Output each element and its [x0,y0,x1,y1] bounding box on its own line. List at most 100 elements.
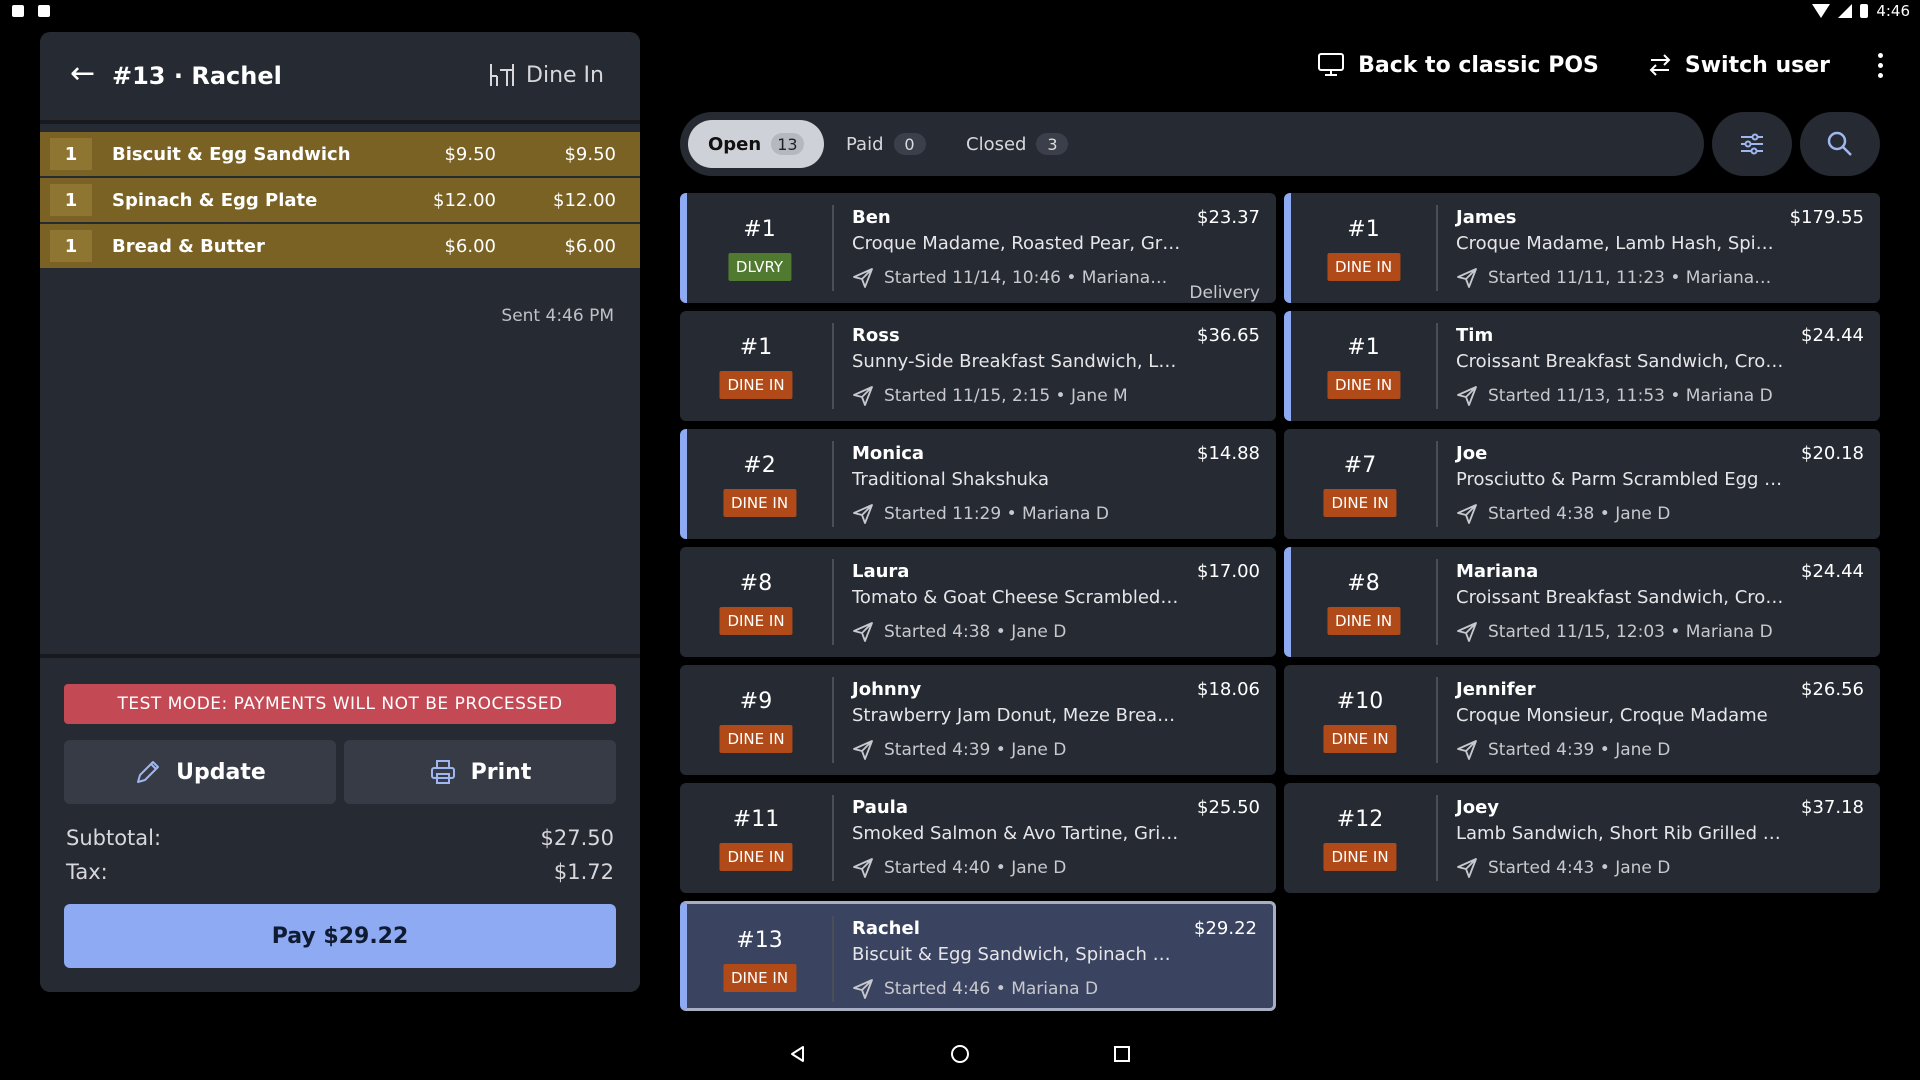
signal-icon [1838,4,1853,18]
send-icon [1457,740,1477,760]
pencil-icon [137,761,160,783]
filter-tab-count: 3 [1036,133,1069,155]
order-type-badge: DLVRY [727,253,792,281]
ticket-number: #12 [1336,807,1384,832]
switch-user-button[interactable]: Switch user [1647,52,1830,78]
order-type-label: Dine In [526,62,604,88]
order-meta: Started 4:46 • Mariana D [852,976,1257,1002]
order-card[interactable]: #9 DINE IN Johnny $18.06 Strawberry Jam Donu… [680,665,1276,775]
nav-back-icon[interactable] [788,1044,808,1064]
card-ticket: #1 DLVRY [687,193,832,303]
totals: Subtotal: $27.50 Tax: $1.72 [66,826,614,894]
order-card[interactable]: #11 DINE IN Paula $25.50 Smoked Salmon & Avo… [680,783,1276,893]
monitor-icon [1318,53,1345,76]
search-button[interactable] [1800,112,1880,176]
ticket-number: #8 [739,571,773,596]
order-type-button[interactable]: Dine In [488,62,604,88]
order-meta: Started 4:38 • Jane D [1456,501,1864,527]
order-meta: Started 4:39 • Jane D [1456,737,1864,763]
order-card[interactable]: #13 DINE IN Rachel $29.22 Biscuit & Egg Sand… [680,901,1276,1011]
order-amount: $25.50 [1197,797,1260,818]
ticket-number: #13 [736,928,783,953]
order-card[interactable]: #8 DINE IN Laura $17.00 Tomato & Goat Cheese… [680,547,1276,657]
item-name: Bread & Butter [112,235,265,257]
order-card[interactable]: #2 DINE IN Monica $14.88 Traditional Shakshu… [680,429,1276,539]
ticket-number: #1 [1347,335,1380,360]
send-icon [853,979,873,999]
divider [832,441,834,527]
divider [832,323,834,409]
test-mode-banner: TEST MODE: PAYMENTS WILL NOT BE PROCESSE… [64,684,616,724]
nav-home-icon[interactable] [950,1044,970,1064]
update-button[interactable]: Update [64,740,336,804]
order-type-badge: DINE IN [719,371,793,399]
ticket-number: #11 [732,807,780,832]
filter-settings-button[interactable] [1712,112,1792,176]
nav-recents-icon[interactable] [1112,1044,1132,1064]
filter-tab-label: Paid [846,133,884,155]
order-meta: Started 11:29 • Mariana D [852,501,1260,527]
swap-arrows-icon [1649,54,1671,76]
order-item-row[interactable]: 1 Spinach & Egg Plate $12.00 $12.00 [40,178,640,222]
order-meta: Started 4:43 • Jane D [1456,855,1864,881]
order-type-badge: DINE IN [719,725,793,753]
order-card[interactable]: #1 DINE IN James $179.55 Croque Madame, Lamb… [1284,193,1880,303]
filter-tab-closed[interactable]: Closed 3 [946,120,1088,168]
card-ticket: #12 DINE IN [1284,783,1436,893]
order-card[interactable]: #1 DINE IN Ross $36.65 Sunny-Side Breakfast … [680,311,1276,421]
send-icon [853,504,873,524]
order-card[interactable]: #12 DINE IN Joey $37.18 Lamb Sandwich, Short… [1284,783,1880,893]
pay-button[interactable]: Pay $29.22 [64,904,616,968]
item-total: $12.00 [553,189,616,211]
back-arrow-icon[interactable]: ← [70,59,100,90]
card-ticket: #8 DINE IN [1291,547,1436,657]
order-amount: $24.44 [1801,561,1864,582]
send-icon [853,622,873,642]
order-amount: $36.65 [1197,325,1260,346]
card-ticket: #1 DINE IN [1291,311,1436,421]
order-item-row[interactable]: 1 Biscuit & Egg Sandwich $9.50 $9.50 [40,132,640,176]
order-card[interactable]: #10 DINE IN Jennifer $26.56 Croque Monsieur,… [1284,665,1880,775]
tax-label: Tax: [66,860,108,884]
item-qty: 1 [50,138,92,170]
item-price: $9.50 [444,143,496,165]
order-items-summary: Sunny-Side Breakfast Sandwich, La… [852,351,1182,372]
order-items-list: 1 Biscuit & Egg Sandwich $9.50 $9.50 1 S… [40,132,640,270]
back-to-classic-button[interactable]: Back to classic POS [1316,51,1599,79]
order-header: ← #13 · Rachel Dine In [40,32,640,120]
card-ticket: #1 DINE IN [1291,193,1436,303]
divider [40,120,640,124]
item-qty: 1 [50,230,92,262]
card-ticket: #2 DINE IN [687,429,832,539]
divider [1436,795,1438,881]
order-card[interactable]: #8 DINE IN Mariana $24.44 Croissant Breakfas… [1284,547,1880,657]
item-total: $6.00 [564,235,616,257]
order-items-summary: Tomato & Goat Cheese Scrambled … [852,587,1182,608]
order-card[interactable]: #1 DINE IN Tim $24.44 Croissant Breakfast Sa… [1284,311,1880,421]
wifi-icon [1812,4,1831,18]
filter-tab-open[interactable]: Open 13 [688,120,824,168]
order-started-info: Started 4:39 • Jane D [884,740,1067,760]
divider [832,559,834,645]
card-body: Ben $23.37 Croque Madame, Roasted Pear, Gr… [852,207,1260,303]
print-label: Print [470,759,532,785]
more-menu-icon[interactable] [1878,52,1884,78]
card-body: Mariana $24.44 Croissant Breakfast Sandwic… [1456,561,1864,645]
card-body: Tim $24.44 Croissant Breakfast Sandwich, C… [1456,325,1864,409]
ticket-number: #9 [739,689,773,714]
card-body: Monica $14.88 Traditional Shakshuka Started… [852,443,1260,527]
order-card[interactable]: #1 DLVRY Ben $23.37 Croque Madame, Roasted P… [680,193,1276,303]
order-item-row[interactable]: 1 Bread & Butter $6.00 $6.00 [40,224,640,268]
item-total: $9.50 [564,143,616,165]
filter-tab-paid[interactable]: Paid 0 [826,120,946,168]
send-icon [1457,386,1477,406]
update-label: Update [176,759,266,785]
order-amount: $29.22 [1194,918,1257,939]
order-items-summary: Traditional Shakshuka [852,469,1050,490]
print-button[interactable]: Print [344,740,616,804]
order-card[interactable]: #7 DINE IN Joe $20.18 Prosciutto & Parm Scra… [1284,429,1880,539]
order-items-summary: Lamb Sandwich, Short Rib Grilled C… [1456,823,1786,844]
order-started-info: Started 11/14, 10:46 • Mariana… [884,268,1168,288]
order-amount: $17.00 [1197,561,1260,582]
order-items-summary: Croissant Breakfast Sandwich, Cro… [1456,351,1784,372]
